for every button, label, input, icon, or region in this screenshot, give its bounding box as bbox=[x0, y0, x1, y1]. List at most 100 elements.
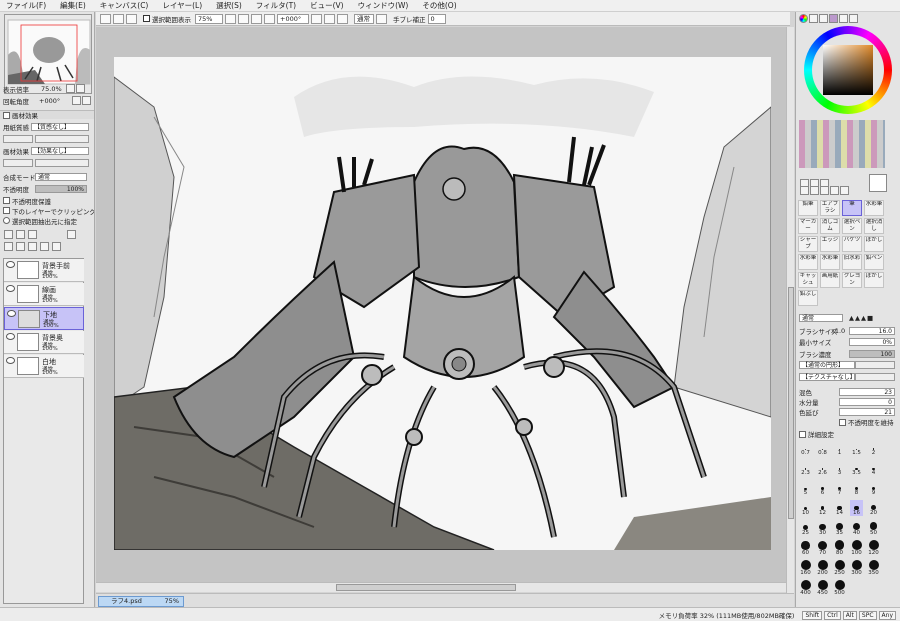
tool-button[interactable]: ぼかし bbox=[864, 236, 884, 252]
move-icon[interactable] bbox=[800, 186, 809, 195]
flip-button[interactable] bbox=[376, 13, 387, 24]
swatch-tab[interactable] bbox=[839, 14, 848, 23]
rotate-left-button[interactable] bbox=[311, 13, 322, 24]
menu-item[interactable]: 選択(S) bbox=[216, 0, 242, 11]
tool-button[interactable]: 水彩筆 bbox=[798, 254, 818, 270]
color-wheel[interactable] bbox=[804, 26, 892, 114]
brush-size-preset[interactable]: 500 bbox=[833, 580, 846, 596]
menu-item[interactable]: ビュー(V) bbox=[310, 0, 343, 11]
layer-item[interactable]: 白地 通常 100% bbox=[4, 355, 84, 378]
brush-texture-strength[interactable] bbox=[855, 373, 895, 381]
tool-button[interactable]: 選択消し bbox=[864, 218, 884, 234]
brush-size-preset[interactable]: 7 bbox=[833, 480, 846, 496]
brush-size-preset[interactable]: 20 bbox=[867, 500, 880, 516]
horizontal-scroll-thumb[interactable] bbox=[336, 584, 516, 591]
brush-size-preset[interactable]: 35 bbox=[833, 520, 846, 536]
selection-source-checkbox[interactable] bbox=[3, 217, 10, 224]
color-swatch-grid[interactable] bbox=[799, 120, 885, 168]
tool-button[interactable]: 鉛ペン bbox=[864, 254, 884, 270]
tool-button[interactable]: 消しゴム bbox=[820, 218, 840, 234]
zoom-fit-button[interactable] bbox=[264, 13, 275, 24]
scratchpad-tab[interactable] bbox=[849, 14, 858, 23]
artwork-canvas[interactable] bbox=[114, 57, 771, 550]
zoom-icon[interactable] bbox=[810, 186, 819, 195]
vertical-scrollbar[interactable] bbox=[786, 27, 794, 594]
brush-size-preset[interactable]: 1.5 bbox=[850, 440, 863, 456]
detail-settings-toggle-icon[interactable] bbox=[799, 430, 806, 438]
canvas-area[interactable] bbox=[96, 27, 786, 582]
tool-button[interactable]: 水彩筆 bbox=[864, 200, 884, 216]
brush-mode-select[interactable]: 通常 bbox=[799, 314, 843, 322]
invert-selection-button[interactable] bbox=[113, 13, 124, 24]
brush-size-preset[interactable]: 100 bbox=[850, 540, 863, 556]
visibility-eye-icon[interactable] bbox=[6, 333, 15, 340]
paper-strength-field[interactable] bbox=[3, 134, 33, 143]
brush-size-preset[interactable]: 160 bbox=[799, 560, 812, 576]
material-strength-slider[interactable] bbox=[35, 158, 89, 167]
brush-size-preset[interactable]: 25 bbox=[799, 520, 812, 536]
layer-settings-button[interactable] bbox=[67, 230, 76, 239]
material-effect-select[interactable]: 【効果なし】 bbox=[31, 146, 89, 155]
brush-size-preset[interactable]: 8 bbox=[850, 480, 863, 496]
brush-shape-icons[interactable]: ▲▲▲■ bbox=[849, 314, 874, 322]
protect-opacity-checkbox[interactable] bbox=[3, 197, 10, 204]
opacity-slider[interactable]: 100% bbox=[35, 184, 87, 193]
brush-size-preset[interactable]: 200 bbox=[816, 560, 829, 576]
brush-size-preset[interactable]: 40 bbox=[850, 520, 863, 536]
delete-layer-icon[interactable] bbox=[52, 242, 61, 251]
zoom-in-button[interactable] bbox=[238, 13, 249, 24]
brush-size-preset[interactable]: 3 bbox=[833, 460, 846, 476]
deselect-button[interactable] bbox=[100, 13, 111, 24]
tool-button[interactable]: クレヨン bbox=[842, 272, 862, 288]
brush-size-preset[interactable]: 120 bbox=[867, 540, 880, 556]
rotate-plus-button[interactable] bbox=[82, 96, 92, 105]
brush-size-preset[interactable]: 14 bbox=[833, 500, 846, 516]
brush-size-preset[interactable]: 2.6 bbox=[816, 460, 829, 476]
brush-size-preset[interactable]: 10 bbox=[799, 500, 812, 516]
clear-layer-button[interactable] bbox=[40, 242, 49, 251]
tool-button[interactable]: エッジ bbox=[820, 236, 840, 252]
keep-opacity-checkbox[interactable] bbox=[839, 418, 846, 426]
brush-size-preset[interactable]: 1 bbox=[833, 440, 846, 456]
clip-lower-checkbox[interactable] bbox=[3, 207, 10, 214]
blend-mode-select[interactable]: 通常 bbox=[354, 13, 374, 24]
rotation-field[interactable]: +000° bbox=[277, 13, 309, 24]
menu-item[interactable]: ファイル(F) bbox=[6, 0, 46, 11]
zoom-plus-button[interactable] bbox=[75, 84, 85, 93]
brush-size-preset[interactable]: 60 bbox=[799, 540, 812, 556]
menu-item[interactable]: フィルタ(T) bbox=[256, 0, 296, 11]
tool-button[interactable]: マーカー bbox=[798, 218, 818, 234]
navigator-thumbnail[interactable] bbox=[4, 14, 92, 94]
tool-button[interactable]: ぼかし bbox=[864, 272, 884, 288]
layer-item[interactable]: 背景奥 通常 100% bbox=[4, 331, 84, 354]
hand-icon[interactable] bbox=[830, 186, 839, 195]
brush-size-preset[interactable]: 50 bbox=[867, 520, 880, 536]
brush-size-preset[interactable]: 350 bbox=[867, 560, 880, 576]
tool-button[interactable]: 鉛ぶし bbox=[798, 290, 818, 306]
tool-button[interactable]: ギャッシュ bbox=[798, 272, 818, 288]
brush-size-preset[interactable]: 3.5 bbox=[850, 460, 863, 476]
tool-button[interactable]: エアブラシ bbox=[820, 200, 840, 216]
brush-size-preset[interactable]: 12 bbox=[816, 500, 829, 516]
zoom-minus-button[interactable] bbox=[65, 84, 75, 93]
menu-item[interactable]: ウィンドウ(W) bbox=[358, 0, 409, 11]
picker-icon[interactable] bbox=[840, 186, 849, 195]
tool-button[interactable]: 旧水彩 bbox=[842, 254, 862, 270]
visibility-eye-icon[interactable] bbox=[7, 310, 16, 317]
brush-shape-select[interactable]: 【通常の円形】 bbox=[799, 361, 855, 369]
brush-size-preset[interactable]: 250 bbox=[833, 560, 846, 576]
color-wheel-tab[interactable] bbox=[799, 14, 808, 23]
zoom-out-button[interactable] bbox=[225, 13, 236, 24]
brush-size-preset[interactable]: 9 bbox=[867, 480, 880, 496]
visibility-eye-icon[interactable] bbox=[6, 285, 15, 292]
visibility-eye-icon[interactable] bbox=[6, 261, 15, 268]
water-slider[interactable]: 0 bbox=[839, 398, 895, 406]
brush-shape-strength[interactable] bbox=[855, 361, 895, 369]
eyedropper-icon[interactable] bbox=[869, 174, 887, 192]
layer-blend-mode-select[interactable]: 通常 bbox=[35, 172, 87, 181]
brush-size-preset[interactable]: 300 bbox=[850, 560, 863, 576]
rgb-slider-tab[interactable] bbox=[809, 14, 818, 23]
brush-size-preset[interactable]: 16 bbox=[850, 500, 863, 516]
horizontal-scrollbar[interactable] bbox=[96, 582, 786, 592]
tool-button[interactable]: 鉛筆 bbox=[798, 200, 818, 216]
